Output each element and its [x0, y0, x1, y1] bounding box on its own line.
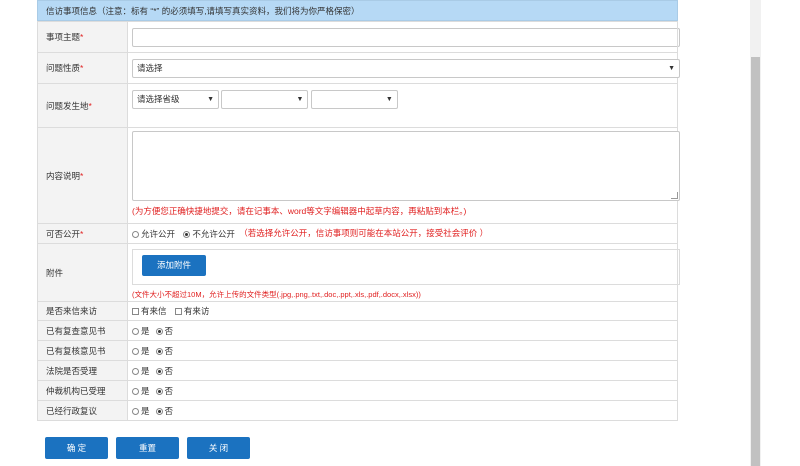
yes-option[interactable]: 是 [132, 385, 150, 397]
label-content: 内容说明* [37, 127, 128, 224]
public-yes-option[interactable]: 允许公开 [132, 228, 175, 240]
confirm-button[interactable]: 确 定 [45, 437, 108, 459]
attachment-box: 添加附件 [132, 249, 680, 285]
letter-option[interactable]: 有来信 [132, 305, 167, 317]
checkbox-icon[interactable] [132, 308, 139, 316]
radio-selected-icon[interactable] [155, 327, 163, 335]
radio-selected-icon[interactable] [155, 347, 163, 355]
row-nature: 问题性质* 请选择 ▼ [37, 52, 680, 84]
scrollbar-thumb[interactable] [751, 57, 760, 466]
label-recheck-opinion: 已有复核意见书 [37, 340, 128, 361]
public-no-option[interactable]: 不允许公开 [183, 228, 235, 240]
yes-option[interactable]: 是 [132, 325, 150, 337]
row-court: 法院是否受理 是否 [37, 360, 678, 381]
district-select[interactable]: ▼ [310, 90, 398, 109]
form-table: 事项主题* 问题性质* 请选择 ▼ 问题发生地* 请选择省级 ▼ ▼ ▼ 内容说明*… [37, 21, 680, 421]
city-select[interactable]: ▼ [221, 90, 309, 109]
required-mark: * [80, 228, 84, 239]
row-content: 内容说明* (为方便您正确快捷地提交，请在记事本、word等文字编辑器中起草内容… [37, 127, 680, 224]
petition-form: 信访事项信息（注意：标有 “*” 的必须填写,请填写真实资料，我们将为你严格保密… [37, 0, 680, 421]
radio-icon[interactable] [132, 367, 139, 375]
row-review-opinion: 已有复查意见书 是否 [37, 320, 678, 341]
required-mark: * [80, 170, 84, 181]
radio-selected-icon[interactable] [155, 367, 163, 375]
chevron-down-icon: ▼ [296, 96, 304, 103]
label-visited: 是否来信来访 [37, 301, 128, 321]
required-mark: * [80, 63, 84, 73]
subject-input[interactable] [132, 27, 680, 47]
label-nature: 问题性质* [37, 52, 128, 84]
no-option[interactable]: 否 [155, 385, 173, 397]
radio-icon[interactable] [132, 327, 139, 335]
chevron-down-icon: ▼ [385, 96, 393, 103]
public-hint: （若选择允许公开，信访事项则可能在本站公开，接受社会评价 ） [239, 228, 489, 239]
row-subject: 事项主题* [37, 21, 680, 53]
no-option[interactable]: 否 [155, 405, 173, 417]
content-hint: (为方便您正确快捷地提交，请在记事本、word等文字编辑器中起草内容，再粘贴到本… [132, 206, 467, 216]
yes-option[interactable]: 是 [132, 345, 150, 357]
nature-select[interactable]: 请选择 ▼ [132, 58, 680, 78]
content-textarea[interactable] [132, 131, 680, 201]
required-mark: * [80, 32, 84, 42]
no-option[interactable]: 否 [155, 365, 173, 377]
required-mark: * [88, 100, 92, 111]
resize-handle-icon[interactable] [671, 192, 678, 199]
label-subject: 事项主题* [37, 21, 128, 53]
chevron-down-icon: ▼ [668, 64, 675, 72]
label-public: 可否公开* [37, 223, 128, 244]
label-arbitration: 仲裁机构已受理 [37, 380, 128, 401]
label-location: 问题发生地* [37, 83, 128, 128]
reset-button[interactable]: 重置 [116, 437, 179, 459]
visit-option[interactable]: 有来访 [174, 305, 209, 317]
label-admin-review: 已经行政复议 [37, 400, 128, 421]
radio-selected-icon[interactable] [155, 387, 163, 395]
radio-icon[interactable] [132, 231, 139, 239]
row-recheck-opinion: 已有复核意见书 是否 [37, 340, 678, 361]
province-select[interactable]: 请选择省级 ▼ [132, 90, 219, 109]
radio-icon[interactable] [132, 347, 139, 355]
no-option[interactable]: 否 [155, 345, 173, 357]
checkbox-icon[interactable] [174, 308, 182, 316]
radio-icon[interactable] [132, 407, 139, 415]
row-public: 可否公开* 允许公开 不允许公开 （若选择允许公开，信访事项则可能在本站公开，接… [37, 223, 678, 244]
radio-icon[interactable] [132, 387, 139, 395]
radio-selected-icon[interactable] [155, 407, 163, 415]
row-visited: 是否来信来访 有来信 有来访 [37, 301, 678, 321]
label-court: 法院是否受理 [37, 360, 128, 381]
form-header: 信访事项信息（注意：标有 “*” 的必须填写,请填写真实资料，我们将为你严格保密… [37, 0, 678, 21]
row-admin-review: 已经行政复议 是否 [37, 400, 678, 421]
no-option[interactable]: 否 [155, 325, 173, 337]
row-attachment: 附件 添加附件 (文件大小不超过10M，允许上传的文件类型(.jpg,.png,… [37, 243, 680, 302]
chevron-down-icon: ▼ [207, 96, 214, 103]
radio-selected-icon[interactable] [183, 231, 191, 239]
label-attachment: 附件 [37, 243, 128, 302]
yes-option[interactable]: 是 [132, 405, 150, 417]
label-review-opinion: 已有复查意见书 [37, 320, 128, 341]
row-location: 问题发生地* 请选择省级 ▼ ▼ ▼ [37, 83, 678, 128]
attachment-hint: (文件大小不超过10M，允许上传的文件类型(.jpg,.png,.txt,.do… [132, 290, 421, 299]
row-arbitration: 仲裁机构已受理 是否 [37, 380, 678, 401]
add-attachment-button[interactable]: 添加附件 [142, 255, 206, 276]
close-button[interactable]: 关 闭 [187, 437, 250, 459]
yes-option[interactable]: 是 [132, 365, 150, 377]
